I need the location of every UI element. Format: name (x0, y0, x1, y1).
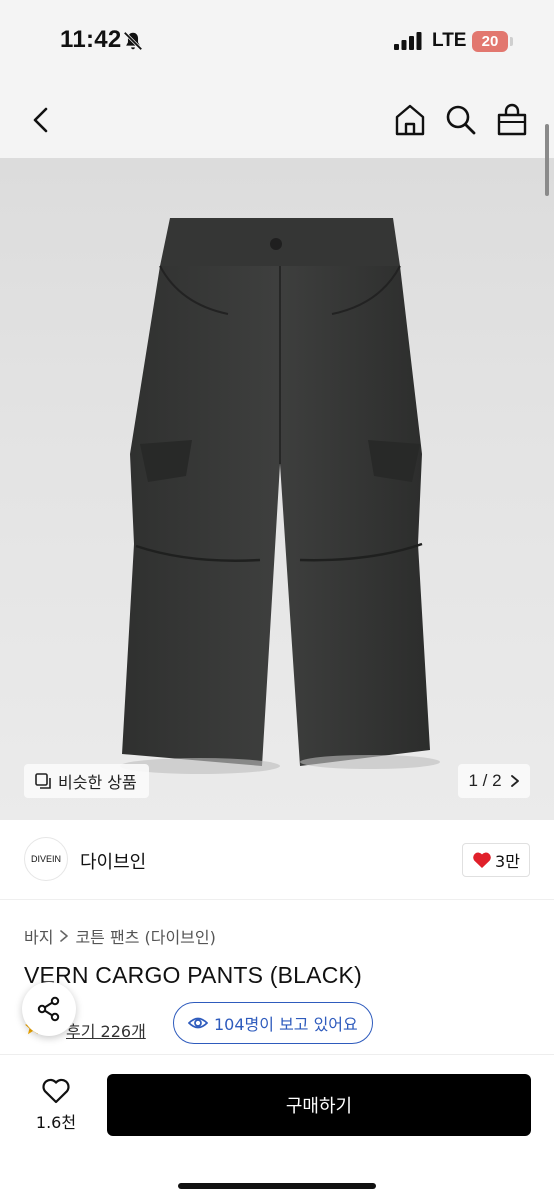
shop-like-count: 3만 (495, 852, 520, 871)
rating-row: 5 후기 226개 104명이 보고 있어요 (24, 1002, 530, 1046)
chevron-right-icon (60, 930, 69, 942)
breadcrumb-item[interactable]: 바지 (24, 924, 53, 948)
scrollbar[interactable] (545, 124, 549, 196)
breadcrumb: 바지 코튼 팬츠 (다이브인) (24, 924, 216, 948)
buy-button[interactable]: 구매하기 (107, 1074, 531, 1136)
product-title: VERN CARGO PANTS (BLACK) (24, 962, 362, 988)
status-time: 11:42 (60, 26, 122, 53)
shop-logo[interactable]: DIVEIN (24, 837, 68, 881)
chevron-right-icon (510, 775, 519, 787)
shop-name[interactable]: 다이브인 (80, 848, 146, 874)
reviews-link[interactable]: 후기 226개 (66, 1018, 146, 1042)
status-bar: 11:42 LTE 20 (0, 0, 554, 84)
copy-icon (35, 773, 51, 789)
wishlist-count: 1.6천 (35, 1113, 77, 1132)
shop-like-button[interactable]: 3만 (462, 843, 530, 877)
signal-icon (394, 32, 422, 50)
similar-products-label: 비슷한 상품 (58, 773, 137, 792)
share-icon (37, 996, 60, 1022)
viewers-badge: 104명이 보고 있어요 (173, 1002, 373, 1044)
home-icon[interactable] (392, 102, 428, 138)
shop-row[interactable]: DIVEIN 다이브인 3만 (0, 820, 554, 900)
wishlist-button[interactable]: 1.6천 (28, 1077, 84, 1133)
search-icon[interactable] (443, 102, 479, 138)
product-image-gallery[interactable]: 비슷한 상품 1 / 2 (0, 158, 554, 820)
viewers-label: 104명이 보고 있어요 (214, 1015, 358, 1034)
product-image (120, 218, 440, 774)
share-button[interactable] (22, 982, 76, 1036)
pager-label: 1 / 2 (468, 771, 502, 790)
home-indicator[interactable] (178, 1183, 376, 1189)
shopping-bag-icon[interactable] (494, 102, 530, 138)
breadcrumb-item[interactable]: 코튼 팬츠 (다이브인) (75, 924, 215, 948)
battery-level: 20 (481, 33, 499, 50)
heart-filled-icon (473, 852, 491, 868)
eye-icon (188, 1017, 208, 1029)
heart-icon (42, 1078, 70, 1104)
image-pager[interactable]: 1 / 2 (458, 764, 530, 798)
top-nav (0, 84, 554, 158)
bottom-action-bar: 1.6천 구매하기 (0, 1054, 554, 1200)
similar-products-button[interactable]: 비슷한 상품 (24, 764, 149, 798)
battery-icon: 20 (472, 31, 508, 52)
network-label: LTE (432, 30, 467, 51)
back-icon[interactable] (24, 102, 60, 138)
bell-off-icon (123, 31, 143, 51)
battery-tip (510, 37, 513, 46)
